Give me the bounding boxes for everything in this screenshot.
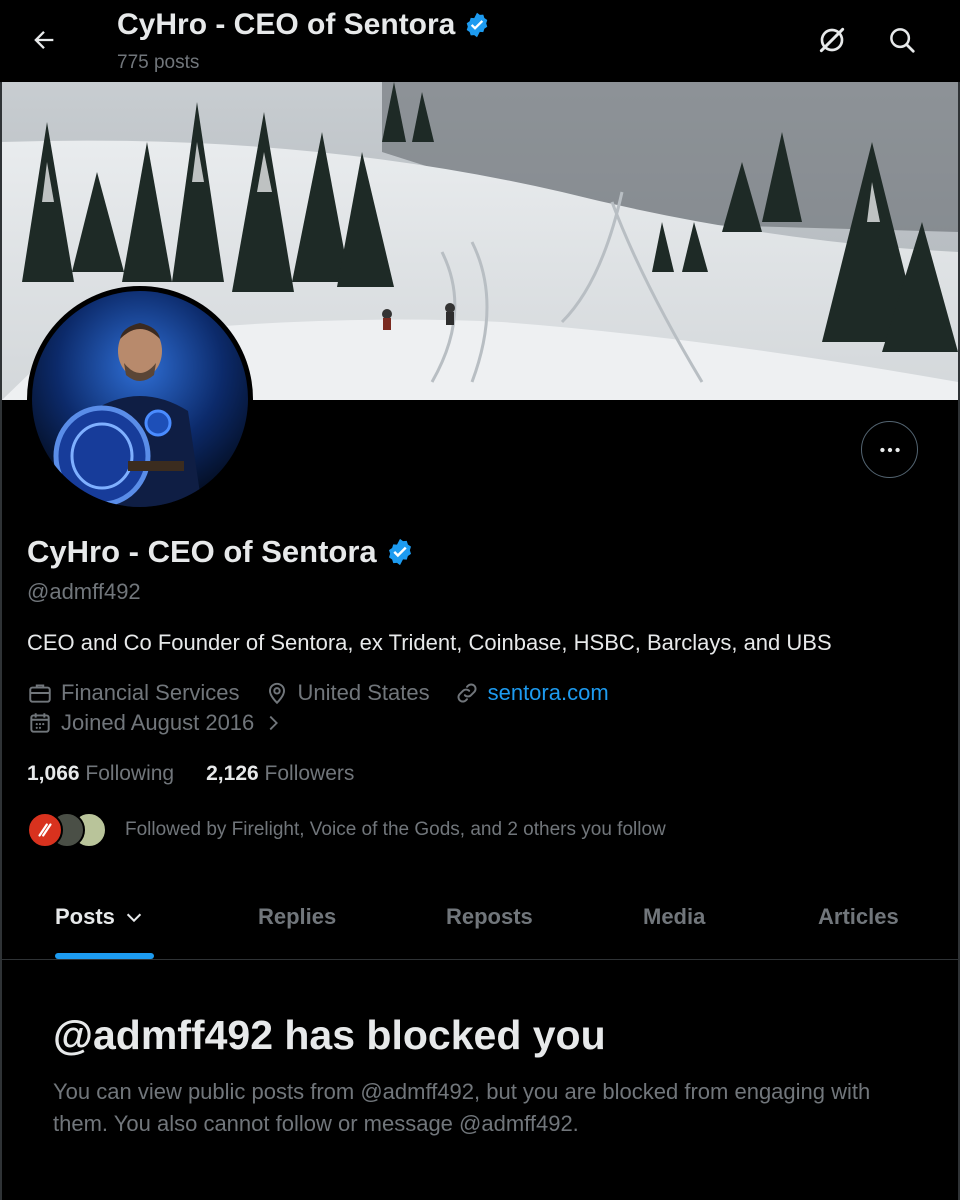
profile-location-label: United States	[297, 680, 430, 705]
arrow-left-icon	[34, 31, 54, 49]
search-button[interactable]	[882, 20, 922, 60]
profile-joined-row[interactable]: Joined August 2016	[27, 710, 308, 736]
followed-by-row[interactable]: Followed by Firelight, Voice of the Gods…	[27, 812, 666, 848]
link-icon	[457, 683, 477, 703]
posts-count: 775 posts	[117, 52, 200, 73]
briefcase-icon	[29, 684, 51, 703]
profile-category-label: Financial Services	[61, 680, 240, 705]
avatar-image	[32, 291, 248, 507]
tab-replies[interactable]: Replies	[258, 904, 336, 930]
profile-category: Financial Services	[27, 680, 240, 706]
verified-badge-icon[interactable]	[385, 537, 415, 567]
profile-handle: @admff492	[27, 579, 141, 604]
grok-button[interactable]	[812, 20, 852, 60]
profile-website[interactable]: sentora.com	[454, 680, 609, 706]
followers-label: Followers	[264, 762, 355, 785]
profile-location: United States	[264, 680, 430, 706]
profile-meta-row: Financial Services United States sentora…	[27, 680, 633, 706]
more-horizontal-icon	[879, 447, 900, 452]
top-bar: CyHro - CEO of Sentora 775 posts	[0, 0, 960, 82]
profile-name: CyHro - CEO of Sentora	[27, 534, 377, 569]
calendar-icon	[30, 713, 50, 733]
tab-label: Media	[643, 904, 706, 929]
header-title: CyHro - CEO of Sentora	[117, 8, 456, 41]
tab-label: Replies	[258, 904, 337, 929]
grok-icon	[819, 27, 845, 53]
follower-avatar-firelight	[27, 812, 63, 848]
following-count: 1,066	[27, 762, 80, 785]
profile-joined-label: Joined August 2016	[61, 710, 255, 735]
profile-avatar[interactable]	[27, 286, 253, 512]
location-pin-icon	[268, 682, 285, 705]
following-label: Following	[85, 762, 175, 785]
active-tab-indicator	[55, 953, 154, 959]
tab-label: Articles	[818, 904, 899, 929]
back-button[interactable]	[26, 22, 62, 58]
tab-media[interactable]: Media	[643, 904, 705, 930]
following-stat[interactable]: 1,066 Following	[27, 762, 174, 786]
chevron-down-icon	[126, 913, 142, 923]
profile-stats: 1,066 Following 2,126 Followers	[27, 762, 354, 786]
followed-by-text[interactable]: Followed by Firelight, Voice of the Gods…	[125, 819, 666, 841]
tab-label: Posts	[55, 904, 115, 929]
more-options-button[interactable]	[861, 421, 918, 478]
blocked-title: @admff492 has blocked you	[53, 1012, 606, 1058]
search-icon	[890, 28, 915, 53]
tab-articles[interactable]: Articles	[818, 904, 899, 930]
profile-tabs: Posts Replies Reposts Media Articles	[2, 880, 958, 960]
profile-joined[interactable]: Joined August 2016	[27, 710, 284, 736]
followers-stat[interactable]: 2,126 Followers	[206, 762, 354, 786]
tab-posts[interactable]: Posts	[55, 904, 145, 930]
website-link[interactable]: sentora.com	[488, 680, 609, 706]
tab-label: Reposts	[446, 904, 533, 929]
firelight-logo-icon	[38, 823, 52, 837]
profile-name-row: CyHro - CEO of Sentora	[27, 534, 415, 570]
followers-count: 2,126	[206, 762, 259, 785]
verified-badge-icon	[467, 12, 488, 38]
header-title-row: CyHro - CEO of Sentora	[117, 8, 491, 42]
tab-reposts[interactable]: Reposts	[446, 904, 533, 930]
profile-bio: CEO and Co Founder of Sentora, ex Triden…	[27, 630, 832, 655]
blocked-body: You can view public posts from @admff492…	[53, 1079, 871, 1136]
chevron-right-icon	[269, 715, 279, 731]
